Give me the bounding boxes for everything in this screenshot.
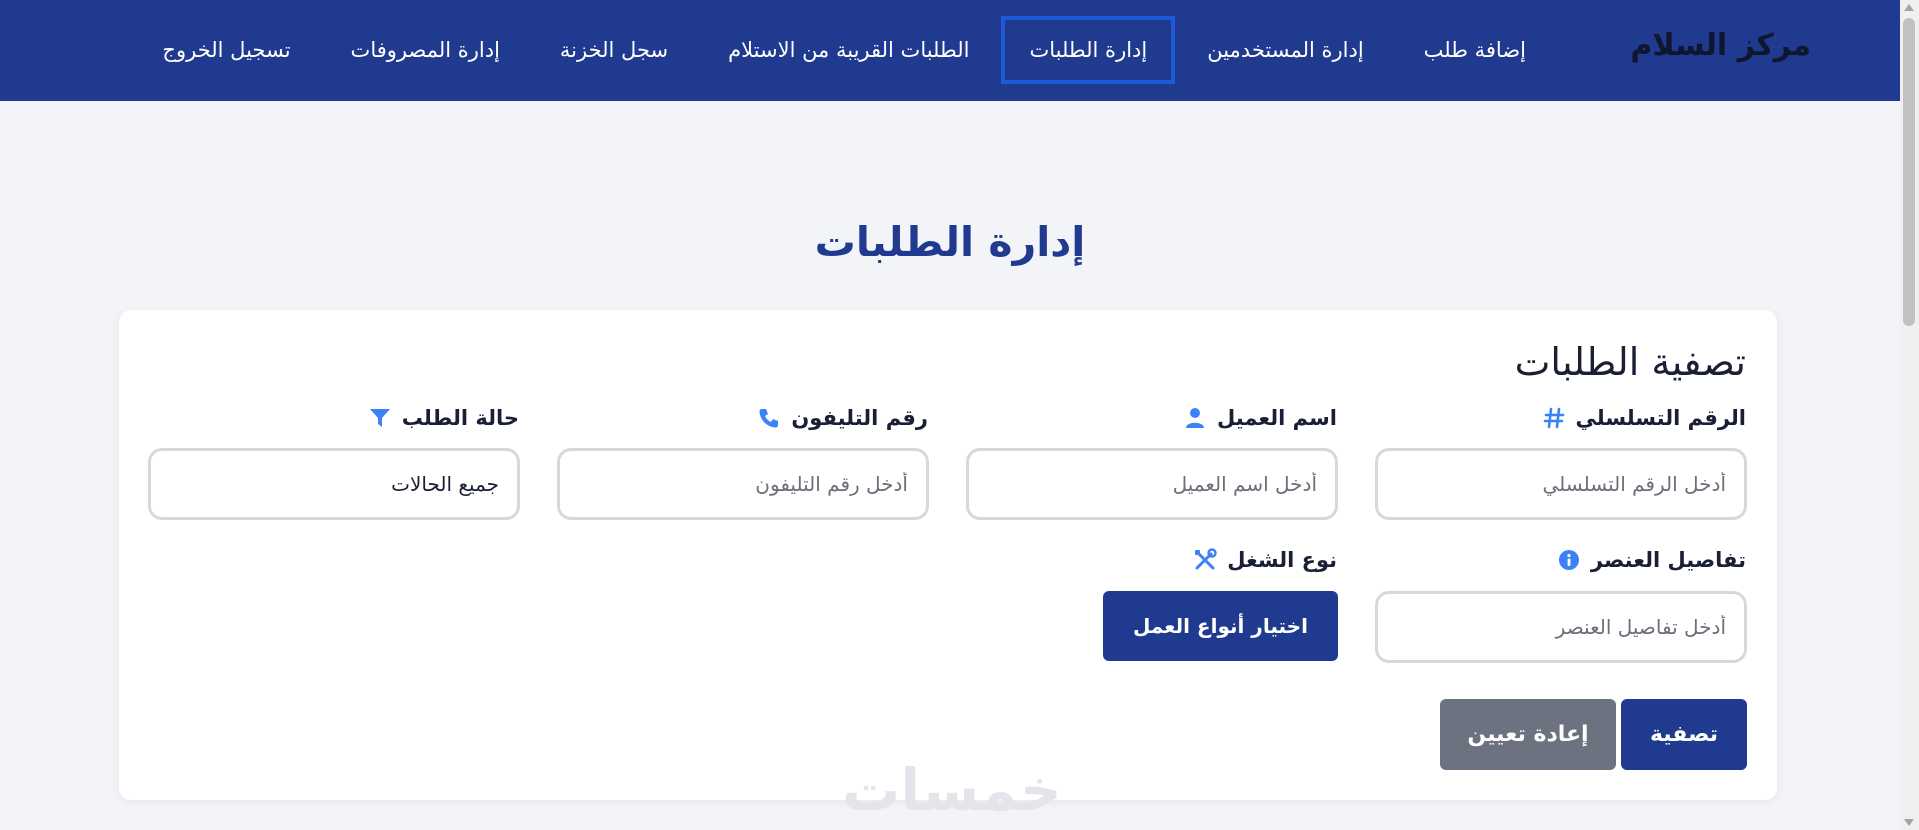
hash-icon xyxy=(1542,406,1566,430)
filter-card: تصفية الطلبات الرقم التسلسلي اسم العميل … xyxy=(119,310,1777,800)
phone-icon xyxy=(757,406,781,430)
item-details-label: تفاصيل العنصر xyxy=(1557,545,1746,575)
customer-label: اسم العميل xyxy=(1183,403,1337,433)
scroll-down-arrow-icon[interactable] xyxy=(1904,819,1914,826)
scrollbar-thumb[interactable] xyxy=(1903,18,1915,326)
item-details-label-text: تفاصيل العنصر xyxy=(1590,548,1746,572)
top-navbar: مركز السلام إضافة طلب إدارة المستخدمين إ… xyxy=(0,0,1900,101)
filter-icon xyxy=(368,406,392,430)
serial-label: الرقم التسلسلي xyxy=(1542,403,1746,433)
phone-input[interactable] xyxy=(557,448,929,520)
phone-label-text: رقم التليفون xyxy=(791,406,928,430)
reset-button[interactable]: إعادة تعيين xyxy=(1440,699,1616,770)
nav-item-users[interactable]: إدارة المستخدمين xyxy=(1179,16,1391,84)
nav-item-add-order[interactable]: إضافة طلب xyxy=(1396,16,1554,84)
nav-item-expenses[interactable]: إدارة المصروفات xyxy=(323,16,528,84)
work-type-label-text: نوع الشغل xyxy=(1227,548,1337,572)
nav-item-logout[interactable]: تسجيل الخروج xyxy=(134,16,318,84)
item-details-input[interactable] xyxy=(1375,591,1747,663)
filter-card-title: تصفية الطلبات xyxy=(1514,340,1746,384)
filter-button[interactable]: تصفية xyxy=(1621,699,1747,770)
scroll-up-arrow-icon[interactable] xyxy=(1904,4,1914,11)
work-type-label: نوع الشغل xyxy=(1193,545,1337,575)
status-label: حالة الطلب xyxy=(368,403,519,433)
serial-label-text: الرقم التسلسلي xyxy=(1575,406,1746,430)
select-work-types-button[interactable]: اختيار أنواع العمل xyxy=(1103,591,1338,661)
page-title: إدارة الطلبات xyxy=(814,218,1086,266)
customer-name-input[interactable] xyxy=(966,448,1338,520)
nav-item-treasury-log[interactable]: سجل الخزنة xyxy=(532,16,696,84)
nav-item-near-pickup[interactable]: الطلبات القريبة من الاستلام xyxy=(700,16,997,84)
info-icon xyxy=(1557,548,1581,572)
customer-label-text: اسم العميل xyxy=(1217,406,1337,430)
nav-menu: إضافة طلب إدارة المستخدمين إدارة الطلبات… xyxy=(134,14,1554,86)
status-select[interactable]: جميع الحالات xyxy=(148,448,520,520)
status-label-text: حالة الطلب xyxy=(401,406,519,430)
brand-logo[interactable]: مركز السلام xyxy=(1630,28,1811,63)
phone-label: رقم التليفون xyxy=(757,403,928,433)
status-select-value: جميع الحالات xyxy=(391,472,499,496)
serial-input[interactable] xyxy=(1375,448,1747,520)
watermark-logo: خمسات xyxy=(842,756,1062,824)
nav-item-orders[interactable]: إدارة الطلبات xyxy=(1001,16,1176,84)
user-icon xyxy=(1183,406,1207,430)
tools-icon xyxy=(1193,548,1217,572)
vertical-scrollbar[interactable] xyxy=(1900,0,1919,830)
